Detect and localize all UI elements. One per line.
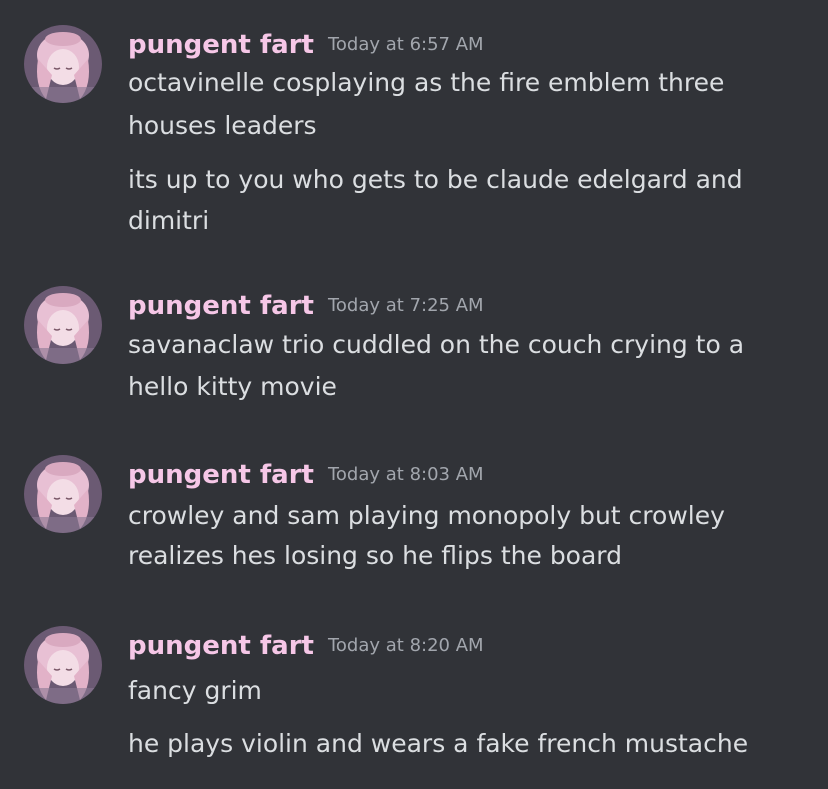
message-header: pungent fart Today at 6:57 AM <box>128 25 484 65</box>
username[interactable]: pungent fart <box>128 626 314 666</box>
message-text: fancy grim <box>128 676 262 705</box>
user-avatar[interactable] <box>24 626 102 704</box>
message-text: realizes hes losing so he flips the boar… <box>128 541 623 570</box>
message-header: pungent fart Today at 8:03 AM <box>128 455 484 495</box>
user-avatar[interactable] <box>24 25 102 103</box>
message-text: its up to you who gets to be claude edel… <box>128 165 743 194</box>
message-text: dimitri <box>128 206 210 235</box>
message-text: crowley and sam playing monopoly but cro… <box>128 501 725 530</box>
timestamp[interactable]: Today at 6:57 AM <box>328 25 484 65</box>
message-text: savanaclaw trio cuddled on the couch cry… <box>128 330 745 359</box>
message-text: hello kitty movie <box>128 372 337 401</box>
username[interactable]: pungent fart <box>128 455 314 495</box>
message-header: pungent fart Today at 7:25 AM <box>128 286 484 326</box>
user-avatar[interactable] <box>24 455 102 533</box>
timestamp[interactable]: Today at 7:25 AM <box>328 286 484 326</box>
user-avatar[interactable] <box>24 286 102 364</box>
message-text: houses leaders <box>128 111 317 140</box>
message-text: octavinelle cosplaying as the fire emble… <box>128 68 725 97</box>
message-text: he plays violin and wears a fake french … <box>128 729 749 758</box>
timestamp[interactable]: Today at 8:20 AM <box>328 626 484 666</box>
username[interactable]: pungent fart <box>128 25 314 65</box>
username[interactable]: pungent fart <box>128 286 314 326</box>
message-header: pungent fart Today at 8:20 AM <box>128 626 484 666</box>
timestamp[interactable]: Today at 8:03 AM <box>328 455 484 495</box>
